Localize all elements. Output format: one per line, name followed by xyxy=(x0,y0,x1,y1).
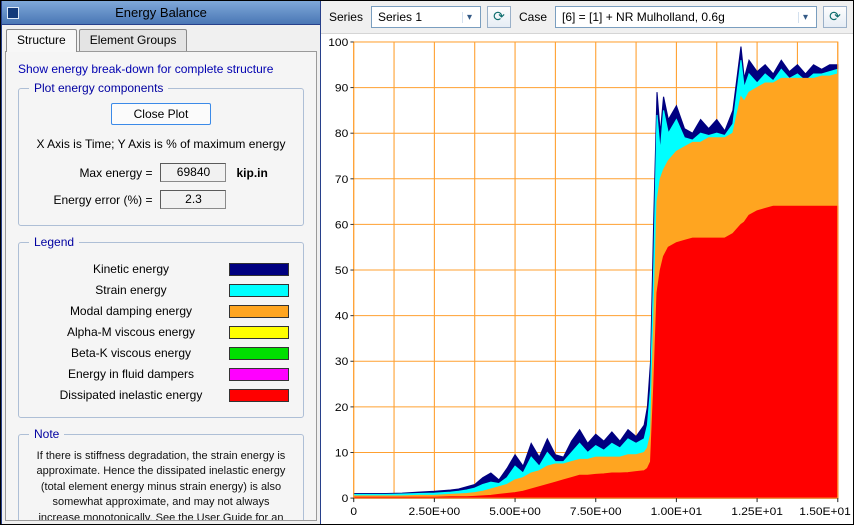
axis-note: X Axis is Time; Y Axis is % of maximum e… xyxy=(29,137,293,151)
y-tick-label: 0 xyxy=(342,494,349,505)
window-icon xyxy=(7,7,19,19)
legend-label: Beta-K viscous energy xyxy=(33,346,229,360)
y-tick-label: 90 xyxy=(335,83,348,94)
legend-label: Kinetic energy xyxy=(33,262,229,276)
x-tick-label: 1.25E+01 xyxy=(731,506,783,517)
tab-element-groups[interactable]: Element Groups xyxy=(79,29,188,51)
x-tick-label: 0 xyxy=(350,506,357,517)
tab-strip: Structure Element Groups xyxy=(2,25,320,51)
max-energy-row: Max energy = 69840 kip.in xyxy=(29,163,293,182)
note-group-title: Note xyxy=(29,427,64,441)
legend-label: Modal damping energy xyxy=(33,304,229,318)
tab-structure[interactable]: Structure xyxy=(6,29,77,52)
y-tick-label: 60 xyxy=(335,220,348,231)
dialog-title: Energy Balance xyxy=(115,5,207,20)
chart-panel: Series Series 1 ▾ ⟳ Case [6] = [1] + NR … xyxy=(321,1,853,524)
legend-swatch xyxy=(229,368,289,381)
legend-swatch xyxy=(229,284,289,297)
legend-swatch xyxy=(229,389,289,402)
legend-row: Alpha-M viscous energy xyxy=(33,325,289,339)
energy-error-label: Energy error (%) = xyxy=(35,193,160,207)
legend-row: Energy in fluid dampers xyxy=(33,367,289,381)
energy-error-field[interactable]: 2.3 xyxy=(160,190,226,209)
energy-chart-area: 0 10 20 30 40 50 60 70 80 90 100 0 2.50E+00 5.00E+00 7… xyxy=(321,34,853,524)
dialog-title-bar[interactable]: Energy Balance xyxy=(2,1,320,25)
y-tick-label: 30 xyxy=(335,357,348,368)
legend-label: Dissipated inelastic energy xyxy=(33,388,229,402)
y-tick-label: 100 xyxy=(328,37,348,48)
note-text: If there is stiffness degradation, the s… xyxy=(29,447,293,521)
max-energy-unit: kip.in xyxy=(236,166,286,180)
legend-swatch xyxy=(229,305,289,318)
series-refresh-button[interactable]: ⟳ xyxy=(487,6,511,28)
case-select-value: [6] = [1] + NR Mulholland, 0.6g xyxy=(562,10,794,24)
legend-label: Alpha-M viscous energy xyxy=(33,325,229,339)
y-tick-label: 50 xyxy=(335,265,348,276)
legend-label: Strain energy xyxy=(33,283,229,297)
energy-chart: 0 10 20 30 40 50 60 70 80 90 100 0 2.50E+00 5.00E+00 7… xyxy=(321,34,853,524)
legend-label: Energy in fluid dampers xyxy=(33,367,229,381)
legend-group-title: Legend xyxy=(29,235,79,249)
legend-rows: Kinetic energy Strain energy Modal damping… xyxy=(29,262,293,402)
legend-row: Dissipated inelastic energy xyxy=(33,388,289,402)
x-tick-label: 1.00E+01 xyxy=(651,506,703,517)
energy-balance-dialog: Energy Balance Structure Element Groups … xyxy=(1,1,321,524)
plot-energy-components-group: Plot energy components Close Plot X Axis… xyxy=(18,88,304,226)
breakdown-link[interactable]: Show energy break-down for complete stru… xyxy=(18,62,306,76)
case-label: Case xyxy=(517,10,549,24)
app-window: Energy Balance Structure Element Groups … xyxy=(0,0,854,525)
series-select-value: Series 1 xyxy=(378,10,458,24)
y-tick-label: 10 xyxy=(335,448,348,459)
x-tick-label: 5.00E+00 xyxy=(489,506,541,517)
structure-tab-page: Show energy break-down for complete stru… xyxy=(5,51,317,521)
legend-swatch xyxy=(229,326,289,339)
legend-row: Modal damping energy xyxy=(33,304,289,318)
legend-row: Strain energy xyxy=(33,283,289,297)
note-group: Note If there is stiffness degradation, … xyxy=(18,434,304,521)
x-tick-label: 7.50E+00 xyxy=(570,506,622,517)
legend-swatch xyxy=(229,263,289,276)
case-refresh-button[interactable]: ⟳ xyxy=(823,6,847,28)
plot-group-title: Plot energy components xyxy=(29,81,168,95)
x-tick-label: 2.50E+00 xyxy=(409,506,461,517)
energy-error-row: Energy error (%) = 2.3 xyxy=(29,190,293,209)
y-tick-label: 70 xyxy=(335,174,348,185)
chart-toolbar: Series Series 1 ▾ ⟳ Case [6] = [1] + NR … xyxy=(321,1,853,34)
legend-swatch xyxy=(229,347,289,360)
legend-group: Legend Kinetic energyStrain energyModal … xyxy=(18,242,304,418)
max-energy-field[interactable]: 69840 xyxy=(160,163,226,182)
legend-row: Beta-K viscous energy xyxy=(33,346,289,360)
chevron-down-icon: ▾ xyxy=(798,12,812,23)
case-select[interactable]: [6] = [1] + NR Mulholland, 0.6g ▾ xyxy=(555,6,817,28)
chevron-down-icon: ▾ xyxy=(462,12,476,23)
series-label: Series xyxy=(327,10,365,24)
legend-row: Kinetic energy xyxy=(33,262,289,276)
y-tick-label: 20 xyxy=(335,402,348,413)
y-tick-label: 80 xyxy=(335,129,348,140)
series-select[interactable]: Series 1 ▾ xyxy=(371,6,481,28)
y-tick-label: 40 xyxy=(335,311,348,322)
max-energy-label: Max energy = xyxy=(35,166,160,180)
close-plot-button[interactable]: Close Plot xyxy=(111,103,212,125)
x-tick-label: 1.50E+01 xyxy=(799,506,851,517)
